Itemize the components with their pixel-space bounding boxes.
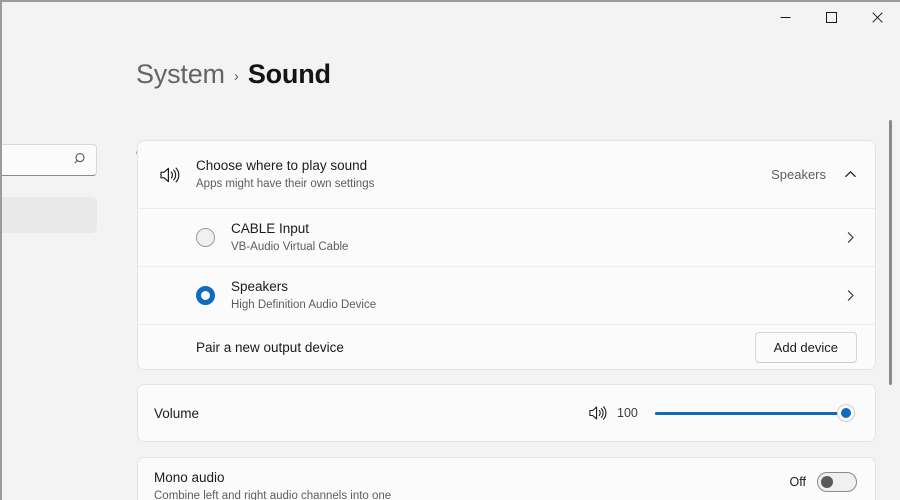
choose-where-subtitle: Apps might have their own settings bbox=[196, 178, 375, 190]
output-device-card: Choose where to play sound Apps might ha… bbox=[137, 140, 876, 370]
speaker-icon[interactable] bbox=[588, 404, 608, 422]
mono-audio-toggle[interactable] bbox=[817, 472, 857, 492]
device-name: Speakers bbox=[231, 279, 289, 294]
choose-where-text-group: Choose where to play sound Apps might ha… bbox=[196, 157, 771, 192]
mono-audio-control-group: Off bbox=[790, 472, 857, 492]
choose-where-to-play-sound-row[interactable]: Choose where to play sound Apps might ha… bbox=[138, 141, 875, 208]
volume-slider[interactable] bbox=[655, 403, 855, 423]
volume-slider-thumb[interactable] bbox=[837, 404, 855, 422]
device-row-speakers[interactable]: Speakers High Definition Audio Device bbox=[138, 266, 875, 324]
mono-audio-title: Mono audio bbox=[154, 470, 225, 485]
mono-audio-subtitle: Combine left and right audio channels in… bbox=[154, 490, 392, 500]
breadcrumb-separator-icon: › bbox=[233, 68, 239, 85]
pair-new-output-device-row: Pair a new output device Add device bbox=[138, 324, 875, 370]
choose-where-title: Choose where to play sound bbox=[196, 158, 368, 173]
maximize-button[interactable] bbox=[808, 2, 854, 32]
toggle-knob bbox=[821, 476, 833, 488]
chevron-right-icon[interactable] bbox=[844, 231, 857, 244]
device-row-cable-input[interactable]: CABLE Input VB-Audio Virtual Cable bbox=[138, 208, 875, 266]
device-description: VB-Audio Virtual Cable bbox=[231, 241, 349, 253]
volume-label: Volume bbox=[154, 405, 200, 421]
mono-audio-text-group: Mono audio Combine left and right audio … bbox=[154, 469, 790, 500]
navigation-sidebar bbox=[2, 34, 97, 500]
speaker-icon bbox=[154, 165, 186, 185]
volume-card: Volume 100 bbox=[137, 384, 876, 442]
radio-button-cable-input[interactable] bbox=[196, 228, 215, 247]
mono-audio-state-label: Off bbox=[789, 475, 806, 489]
chevron-right-icon[interactable] bbox=[844, 289, 857, 302]
volume-value: 100 bbox=[617, 406, 638, 420]
breadcrumb: System › Sound bbox=[136, 59, 331, 90]
sidebar-item-system-selected[interactable] bbox=[2, 197, 97, 233]
mono-audio-card: Mono audio Combine left and right audio … bbox=[137, 457, 876, 500]
settings-search-box[interactable] bbox=[2, 144, 97, 177]
device-name: CABLE Input bbox=[231, 221, 310, 236]
settings-content-pane: System › Sound Output Choose where to pl… bbox=[97, 34, 900, 500]
volume-slider-fill bbox=[655, 411, 855, 415]
device-text-group-speakers: Speakers High Definition Audio Device bbox=[231, 278, 844, 313]
search-icon bbox=[74, 152, 88, 171]
settings-window: System › Sound Output Choose where to pl… bbox=[0, 0, 900, 500]
page-title: Sound bbox=[247, 59, 331, 89]
search-input[interactable] bbox=[3, 145, 67, 177]
volume-row: Volume 100 bbox=[138, 385, 875, 441]
close-button[interactable] bbox=[854, 2, 900, 32]
volume-slider-thumb-core bbox=[841, 408, 851, 418]
window-title-bar bbox=[2, 2, 900, 34]
scrollbar-thumb[interactable] bbox=[889, 120, 892, 385]
device-text-group-cable-input: CABLE Input VB-Audio Virtual Cable bbox=[231, 220, 844, 255]
vertical-scrollbar[interactable] bbox=[885, 34, 897, 500]
breadcrumb-parent-link[interactable]: System bbox=[136, 59, 225, 90]
minimize-button[interactable] bbox=[762, 2, 808, 32]
pair-device-label: Pair a new output device bbox=[196, 340, 344, 355]
add-device-button[interactable]: Add device bbox=[754, 332, 857, 363]
mono-audio-row: Mono audio Combine left and right audio … bbox=[138, 458, 875, 500]
choose-where-current-value: Speakers bbox=[771, 167, 826, 182]
device-description: High Definition Audio Device bbox=[231, 299, 377, 311]
chevron-up-icon[interactable] bbox=[844, 168, 857, 181]
radio-button-speakers[interactable] bbox=[196, 286, 215, 305]
